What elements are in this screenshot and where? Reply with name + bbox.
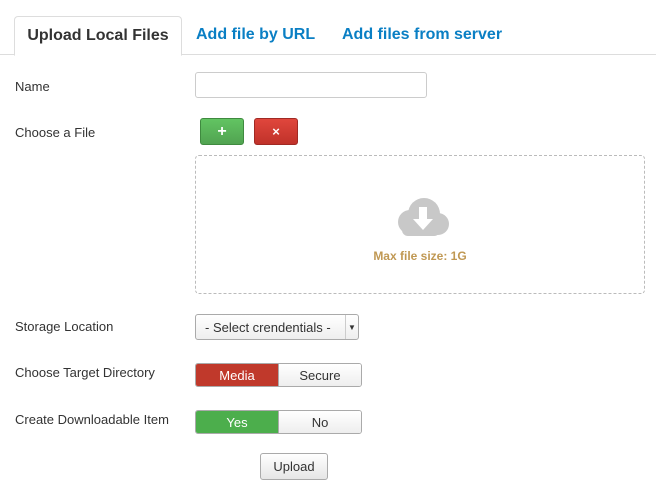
tab-add-files-from-server[interactable]: Add files from server: [342, 16, 502, 54]
downloadable-item-toggle: Yes No: [195, 410, 362, 434]
name-input[interactable]: [195, 72, 427, 98]
name-label: Name: [15, 79, 50, 94]
downloadable-yes-option[interactable]: Yes: [196, 411, 278, 433]
close-icon: ×: [272, 124, 280, 139]
remove-file-button[interactable]: ×: [254, 118, 298, 145]
choose-file-label: Choose a File: [15, 125, 96, 140]
chevron-down-icon: ▼: [345, 315, 358, 339]
upload-button[interactable]: Upload: [260, 453, 328, 480]
storage-location-select[interactable]: - Select crendentials - ▼: [195, 314, 359, 340]
storage-location-value: - Select crendentials -: [205, 320, 331, 335]
file-dropzone[interactable]: Max file size: 1G: [195, 155, 645, 294]
add-file-button[interactable]: +: [200, 118, 244, 145]
downloadable-no-option[interactable]: No: [278, 411, 361, 433]
plus-icon: +: [217, 122, 227, 140]
tab-upload-local-files[interactable]: Upload Local Files: [14, 16, 182, 56]
downloadable-item-label: Create Downloadable Item: [15, 412, 169, 427]
target-directory-toggle: Media Secure: [195, 363, 362, 387]
target-directory-label: Choose Target Directory: [15, 365, 155, 380]
storage-location-label: Storage Location: [15, 319, 114, 334]
tab-add-file-by-url[interactable]: Add file by URL: [196, 16, 315, 54]
tab-bar: Upload Local Files Add file by URL Add f…: [0, 0, 656, 56]
cloud-download-icon: [398, 198, 449, 236]
target-directory-media-option[interactable]: Media: [196, 364, 278, 386]
max-file-size-text: Max file size: 1G: [373, 249, 467, 263]
target-directory-secure-option[interactable]: Secure: [278, 364, 361, 386]
